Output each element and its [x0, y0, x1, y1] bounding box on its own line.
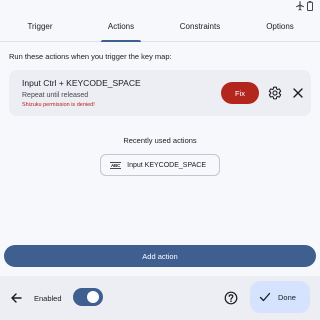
help-icon[interactable]	[224, 291, 238, 305]
battery-icon	[307, 1, 313, 11]
keyboard-icon: ABC	[110, 161, 122, 169]
recent-action-chip[interactable]: ABC Input KEYCODE_SPACE	[100, 154, 220, 176]
actions-intro-text: Run these actions when you trigger the k…	[9, 52, 172, 61]
tab-options[interactable]: Options	[240, 22, 320, 31]
enabled-toggle[interactable]	[73, 288, 103, 306]
gear-icon[interactable]	[268, 86, 282, 100]
tab-constraints[interactable]: Constraints	[160, 22, 240, 31]
action-subtitle: Repeat until released	[22, 92, 89, 99]
selected-tab-indicator	[101, 40, 141, 42]
enabled-label: Enabled	[34, 294, 62, 303]
fix-button[interactable]: Fix	[221, 82, 259, 104]
check-icon	[259, 292, 271, 302]
tab-actions[interactable]: Actions	[81, 22, 161, 31]
done-label: Done	[278, 293, 296, 302]
tab-bar: Trigger Actions Constraints Options	[0, 14, 320, 42]
action-error: Shizuku permission is denied!	[22, 102, 95, 108]
action-title: Input Ctrl + KEYCODE_SPACE	[22, 78, 141, 88]
tab-trigger[interactable]: Trigger	[0, 22, 80, 31]
toggle-knob	[87, 291, 99, 303]
recent-action-label: Input KEYCODE_SPACE	[127, 161, 207, 169]
status-bar	[0, 0, 320, 14]
close-icon[interactable]	[292, 87, 304, 99]
add-action-button[interactable]: Add action	[4, 245, 316, 267]
done-button[interactable]: Done	[250, 281, 310, 313]
recently-used-title: Recently used actions	[123, 136, 197, 145]
bottom-bar: Enabled Done	[0, 276, 320, 320]
action-card[interactable]: Input Ctrl + KEYCODE_SPACE Repeat until …	[9, 70, 311, 116]
airplane-mode-icon	[296, 1, 304, 11]
back-arrow-icon[interactable]	[10, 292, 22, 304]
